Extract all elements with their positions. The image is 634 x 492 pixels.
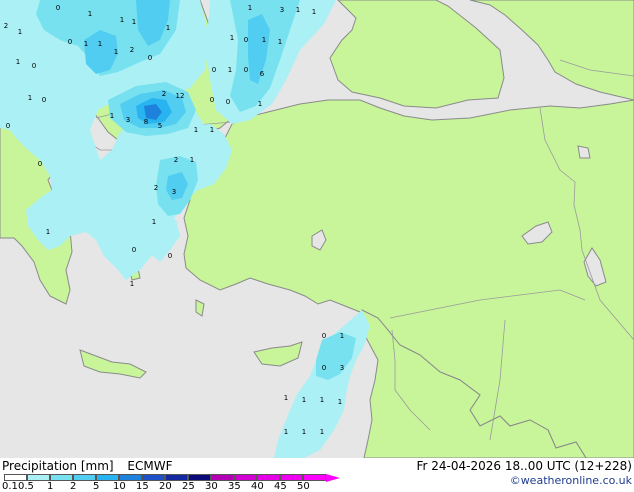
- value-label: 1: [278, 38, 282, 46]
- value-label: 1: [248, 4, 252, 12]
- value-label: 2: [154, 184, 158, 192]
- color-scale-label: 35: [228, 481, 241, 492]
- lake-sevan: [577, 145, 591, 159]
- value-label: 1: [302, 396, 306, 404]
- value-label: 0: [132, 246, 136, 254]
- value-label: 0: [148, 54, 152, 62]
- color-scale-label: 0.1: [2, 481, 18, 492]
- color-scale-box: [303, 474, 326, 481]
- color-scale-label: 15: [136, 481, 149, 492]
- value-label: 3: [280, 6, 284, 14]
- value-label: 12: [176, 92, 185, 100]
- value-label: 0: [212, 66, 216, 74]
- value-label: 1: [166, 24, 170, 32]
- value-label: 1: [130, 280, 134, 288]
- value-label: 0: [168, 252, 172, 260]
- value-label: 1: [46, 228, 50, 236]
- value-label: 1: [84, 40, 88, 48]
- value-label: 1: [114, 48, 118, 56]
- value-label: 2: [174, 156, 178, 164]
- value-label: 1: [88, 10, 92, 18]
- color-scale-label: 25: [182, 481, 195, 492]
- value-label: 1: [338, 398, 342, 406]
- map-footer: Precipitation [mm] ECMWF Fr 24-04-2026 1…: [0, 458, 634, 492]
- value-label: 3: [126, 116, 130, 124]
- precipitation-map: 2 1 0 1 1 1 1 3 1 1 1 0 1 1 2 0 1 1 1 0 …: [0, 0, 634, 458]
- value-label: 0: [56, 4, 60, 12]
- value-label: 1: [284, 394, 288, 402]
- value-label: 0: [244, 66, 248, 74]
- value-label: 2: [4, 22, 8, 30]
- value-label: 1: [258, 100, 262, 108]
- value-label: 3: [340, 364, 344, 372]
- color-scale-label: 2: [70, 481, 77, 492]
- value-label: 1: [262, 36, 266, 44]
- value-label: 0: [322, 332, 326, 340]
- value-label: 1: [210, 126, 214, 134]
- title-text: Precipitation [mm]: [2, 459, 114, 473]
- value-label: 1: [190, 156, 194, 164]
- value-label: 1: [120, 16, 124, 24]
- color-scale-box: [234, 474, 257, 481]
- color-scale-label: 30: [205, 481, 218, 492]
- value-label: 1: [152, 218, 156, 226]
- color-scale-box: [119, 474, 142, 481]
- value-label: 1: [28, 94, 32, 102]
- value-label: 0: [38, 160, 42, 168]
- color-scale-label: 10: [113, 481, 126, 492]
- value-label: 1: [340, 332, 344, 340]
- value-label: 1: [18, 28, 22, 36]
- color-scale-box: [50, 474, 73, 481]
- value-label: 6: [260, 70, 265, 78]
- color-scale-label: 20: [159, 481, 172, 492]
- map-title: Precipitation [mm] ECMWF: [2, 460, 172, 472]
- value-label: 8: [144, 118, 148, 126]
- color-scale-box: [280, 474, 303, 481]
- color-scale-box: [165, 474, 188, 481]
- color-scale-label: 50: [297, 481, 310, 492]
- valid-time: Fr 24-04-2026 18..00 UTC (12+228): [416, 459, 632, 473]
- value-label: 0: [244, 36, 248, 44]
- value-label: 5: [158, 122, 162, 130]
- color-scale-box: [211, 474, 234, 481]
- color-scale-label: 40: [251, 481, 264, 492]
- color-scale-label: 45: [274, 481, 287, 492]
- value-label: 1: [320, 428, 324, 436]
- value-label: 1: [312, 8, 316, 16]
- value-label: 3: [172, 188, 176, 196]
- value-label: 1: [16, 58, 20, 66]
- value-label: 0: [32, 62, 36, 70]
- value-label: 1: [230, 34, 234, 42]
- value-label: 0: [226, 98, 230, 106]
- color-scale-label: 5: [93, 481, 100, 492]
- color-scale-box: [4, 474, 27, 481]
- color-scale-box: [142, 474, 165, 481]
- value-label: 0: [210, 96, 214, 104]
- value-label: 1: [110, 112, 114, 120]
- model-name: ECMWF: [127, 459, 173, 473]
- color-scale-label: 0.5: [18, 481, 34, 492]
- value-label: 2: [130, 46, 134, 54]
- color-scale-label: 1: [47, 481, 54, 492]
- value-label: 0: [68, 38, 72, 46]
- value-label: 0: [322, 364, 326, 372]
- color-scale-box: [257, 474, 280, 481]
- color-scale-box: [27, 474, 50, 481]
- color-scale-box: [96, 474, 119, 481]
- value-label: 1: [132, 18, 136, 26]
- value-label: 0: [42, 96, 46, 104]
- value-label: 1: [98, 40, 102, 48]
- color-scale-box: [73, 474, 96, 481]
- value-label: 1: [296, 6, 300, 14]
- value-label: 1: [302, 428, 306, 436]
- color-scale-arrow: [326, 474, 340, 482]
- credit-link[interactable]: ©weatheronline.co.uk: [510, 475, 632, 487]
- value-label: 1: [194, 126, 198, 134]
- color-scale-box: [188, 474, 211, 481]
- value-label: 1: [284, 428, 288, 436]
- value-label: 0: [6, 122, 10, 130]
- value-label: 2: [162, 90, 166, 98]
- value-label: 1: [320, 396, 324, 404]
- value-label: 1: [228, 66, 232, 74]
